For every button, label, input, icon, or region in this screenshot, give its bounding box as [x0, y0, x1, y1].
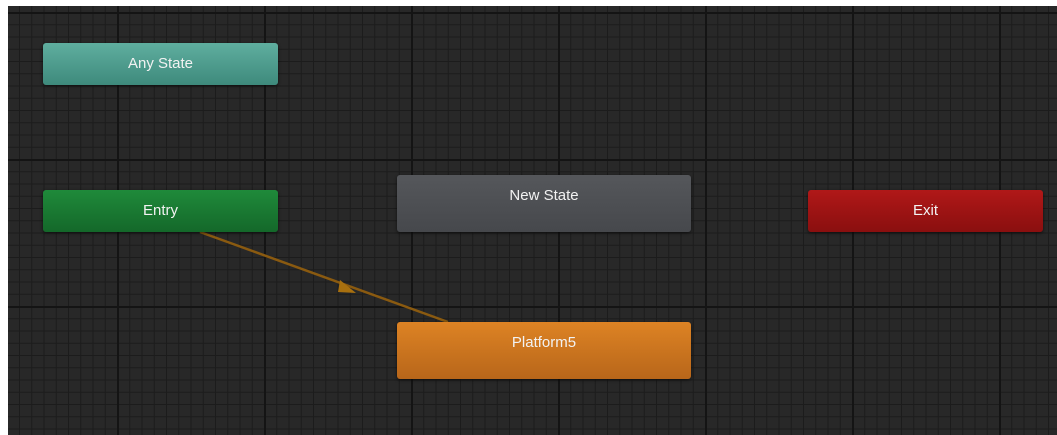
new-state-node[interactable]: New State	[397, 175, 691, 232]
platform5-default-state-node[interactable]: Platform5	[397, 322, 691, 379]
any-state-label: Any State	[127, 55, 194, 72]
any-state-node[interactable]: Any State	[43, 43, 278, 85]
platform5-label: Platform5	[511, 334, 577, 351]
entry-node[interactable]: Entry	[43, 190, 278, 232]
transition-arrowhead	[338, 280, 356, 293]
transition-arrow-entry-to-platform5[interactable]	[199, 230, 449, 324]
entry-label: Entry	[142, 202, 178, 219]
new-state-label: New State	[509, 187, 579, 204]
animator-graph-canvas[interactable]: Any State Entry New State Exit Platform5	[8, 6, 1057, 435]
exit-node[interactable]: Exit	[808, 190, 1043, 232]
exit-label: Exit	[912, 202, 938, 219]
